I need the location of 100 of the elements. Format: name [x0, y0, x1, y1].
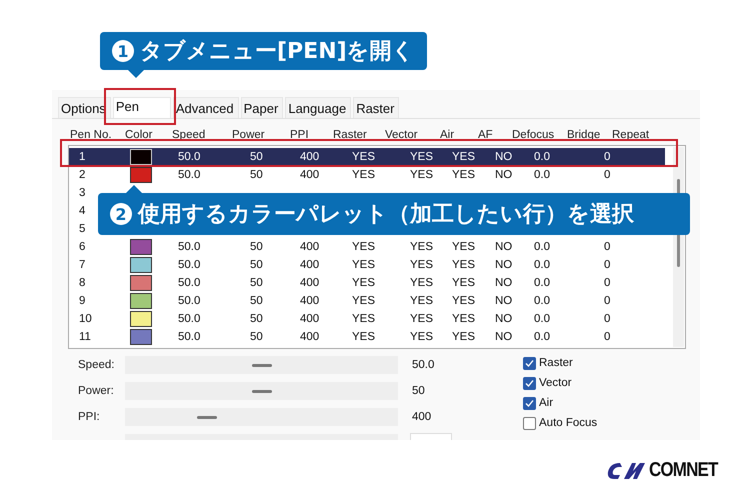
column-header: Pen No. [70, 129, 113, 143]
table-cell: 0.0 [534, 331, 550, 343]
table-cell: NO [495, 277, 512, 289]
table-cell: 0 [604, 169, 610, 181]
table-cell: 400 [300, 169, 320, 181]
tab[interactable]: Language [285, 97, 352, 118]
logo-text: COMNET [649, 459, 718, 482]
table-cell: 50.0 [178, 277, 200, 289]
table-cell: YES [352, 295, 376, 307]
table-cell: 50 [250, 331, 263, 343]
table-cell: 400 [300, 331, 320, 343]
slider-value: 50.0 [412, 359, 434, 371]
table-cell: NO [495, 331, 512, 343]
slider-track[interactable] [125, 408, 398, 426]
table-cell: 50.0 [178, 241, 200, 253]
table-cell: NO [495, 151, 512, 163]
table-row[interactable]: 9 50.0 50 400 YES YES YES NO 0.0 0 [69, 292, 665, 310]
table-cell: YES [352, 169, 376, 181]
column-header: Raster [333, 129, 368, 143]
column-header: Repeat [612, 129, 650, 143]
checkbox-label: Raster [539, 357, 573, 369]
table-cell: 9 [79, 295, 86, 307]
step-number: 1 [112, 40, 134, 62]
table-cell: 7 [79, 259, 86, 271]
table-cell: YES [410, 259, 434, 271]
table-cell: NO [495, 295, 512, 307]
slider-label: Speed: [78, 359, 116, 371]
table-cell: YES [352, 151, 376, 163]
table-cell: YES [352, 259, 376, 271]
table-cell: NO [495, 259, 512, 271]
table-cell: 400 [300, 151, 320, 163]
table-row[interactable]: 1 50.0 50 400 YES YES YES NO 0.0 0 [69, 148, 665, 166]
column-header: Bridge [567, 129, 602, 143]
table-row[interactable]: 2 50.0 50 400 YES YES YES NO 0.0 0 [69, 166, 665, 184]
table-cell: YES [410, 169, 434, 181]
slider-thumb[interactable] [252, 390, 272, 393]
table-cell: YES [352, 313, 376, 325]
checkbox[interactable] [523, 416, 536, 430]
slider-track[interactable] [125, 382, 398, 400]
table-cell: NO [495, 313, 512, 325]
table-cell: 3 [79, 187, 86, 199]
checkbox-label: Vector [539, 377, 572, 389]
highlight-frame [104, 88, 176, 125]
tab[interactable]: Paper [240, 97, 284, 118]
slider-track[interactable] [125, 356, 398, 374]
table-cell: YES [410, 313, 434, 325]
table-cell: 400 [300, 295, 320, 307]
column-header: Defocus [512, 129, 556, 143]
table-row[interactable]: 8 50.0 50 400 YES YES YES NO 0.0 0 [69, 274, 665, 292]
slider-label: PPI: [78, 411, 101, 423]
table-cell: 400 [300, 277, 320, 289]
table-cell: 50.0 [178, 151, 200, 163]
table-row[interactable]: 7 50.0 50 400 YES YES YES NO 0.0 0 [69, 256, 665, 274]
checkbox[interactable] [523, 356, 536, 370]
table-cell: 50.0 [178, 259, 200, 271]
table-cell: 400 [300, 241, 320, 253]
slider-value: 50 [412, 385, 425, 397]
tab[interactable]: Pen [112, 97, 171, 118]
table-row[interactable]: 11 50.0 50 400 YES YES YES NO 0.0 0 [69, 328, 665, 346]
callout-text: タブメニュー[PEN]を開く [140, 38, 415, 66]
table-cell: 400 [300, 259, 320, 271]
table-cell: 0 [604, 151, 610, 163]
table-row[interactable]: 6 50.0 50 400 YES YES YES NO 0.0 0 [69, 238, 665, 256]
callout-text: 使用するカラーパレット（加工したい行）を選択 [138, 201, 634, 229]
table-cell: 0 [604, 277, 610, 289]
table-cell: YES [352, 277, 376, 289]
table-cell: 0 [604, 241, 610, 253]
table-cell: 50 [250, 169, 263, 181]
checkbox[interactable] [523, 376, 536, 390]
table-cell: YES [452, 259, 476, 271]
table-cell: NO [495, 169, 512, 181]
table-cell: YES [410, 295, 434, 307]
table-row[interactable]: 10 50.0 50 400 YES YES YES NO 0.0 0 [69, 310, 665, 328]
table-cell: 0.0 [534, 241, 550, 253]
table-cell: 0.0 [534, 259, 550, 271]
table-cell: YES [452, 313, 476, 325]
table-cell: 50 [250, 277, 263, 289]
tab[interactable]: Advanced [172, 97, 239, 118]
table-cell: 50.0 [178, 295, 200, 307]
column-header: Air [440, 129, 456, 143]
slider-thumb[interactable] [252, 364, 272, 367]
column-header: PPI [290, 129, 310, 143]
tab[interactable]: Options [58, 97, 111, 118]
column-header: Vector [385, 129, 419, 143]
table-cell: YES [410, 241, 434, 253]
table-cell: 0.0 [534, 277, 550, 289]
table-cell: 50 [250, 151, 263, 163]
step-number: 2 [110, 203, 132, 225]
slider-label: Power: [78, 385, 115, 397]
table-cell: 11 [79, 331, 91, 343]
table-cell: 0 [604, 259, 610, 271]
table-cell: 0 [604, 295, 610, 307]
tab[interactable]: Raster [353, 97, 400, 118]
slider-thumb[interactable] [196, 416, 217, 419]
table-cell: 6 [79, 241, 86, 253]
column-header: Speed [172, 129, 206, 143]
table-cell: 10 [79, 313, 92, 325]
table-cell: 50 [250, 241, 263, 253]
checkbox[interactable] [523, 396, 536, 410]
table-cell: YES [452, 151, 476, 163]
